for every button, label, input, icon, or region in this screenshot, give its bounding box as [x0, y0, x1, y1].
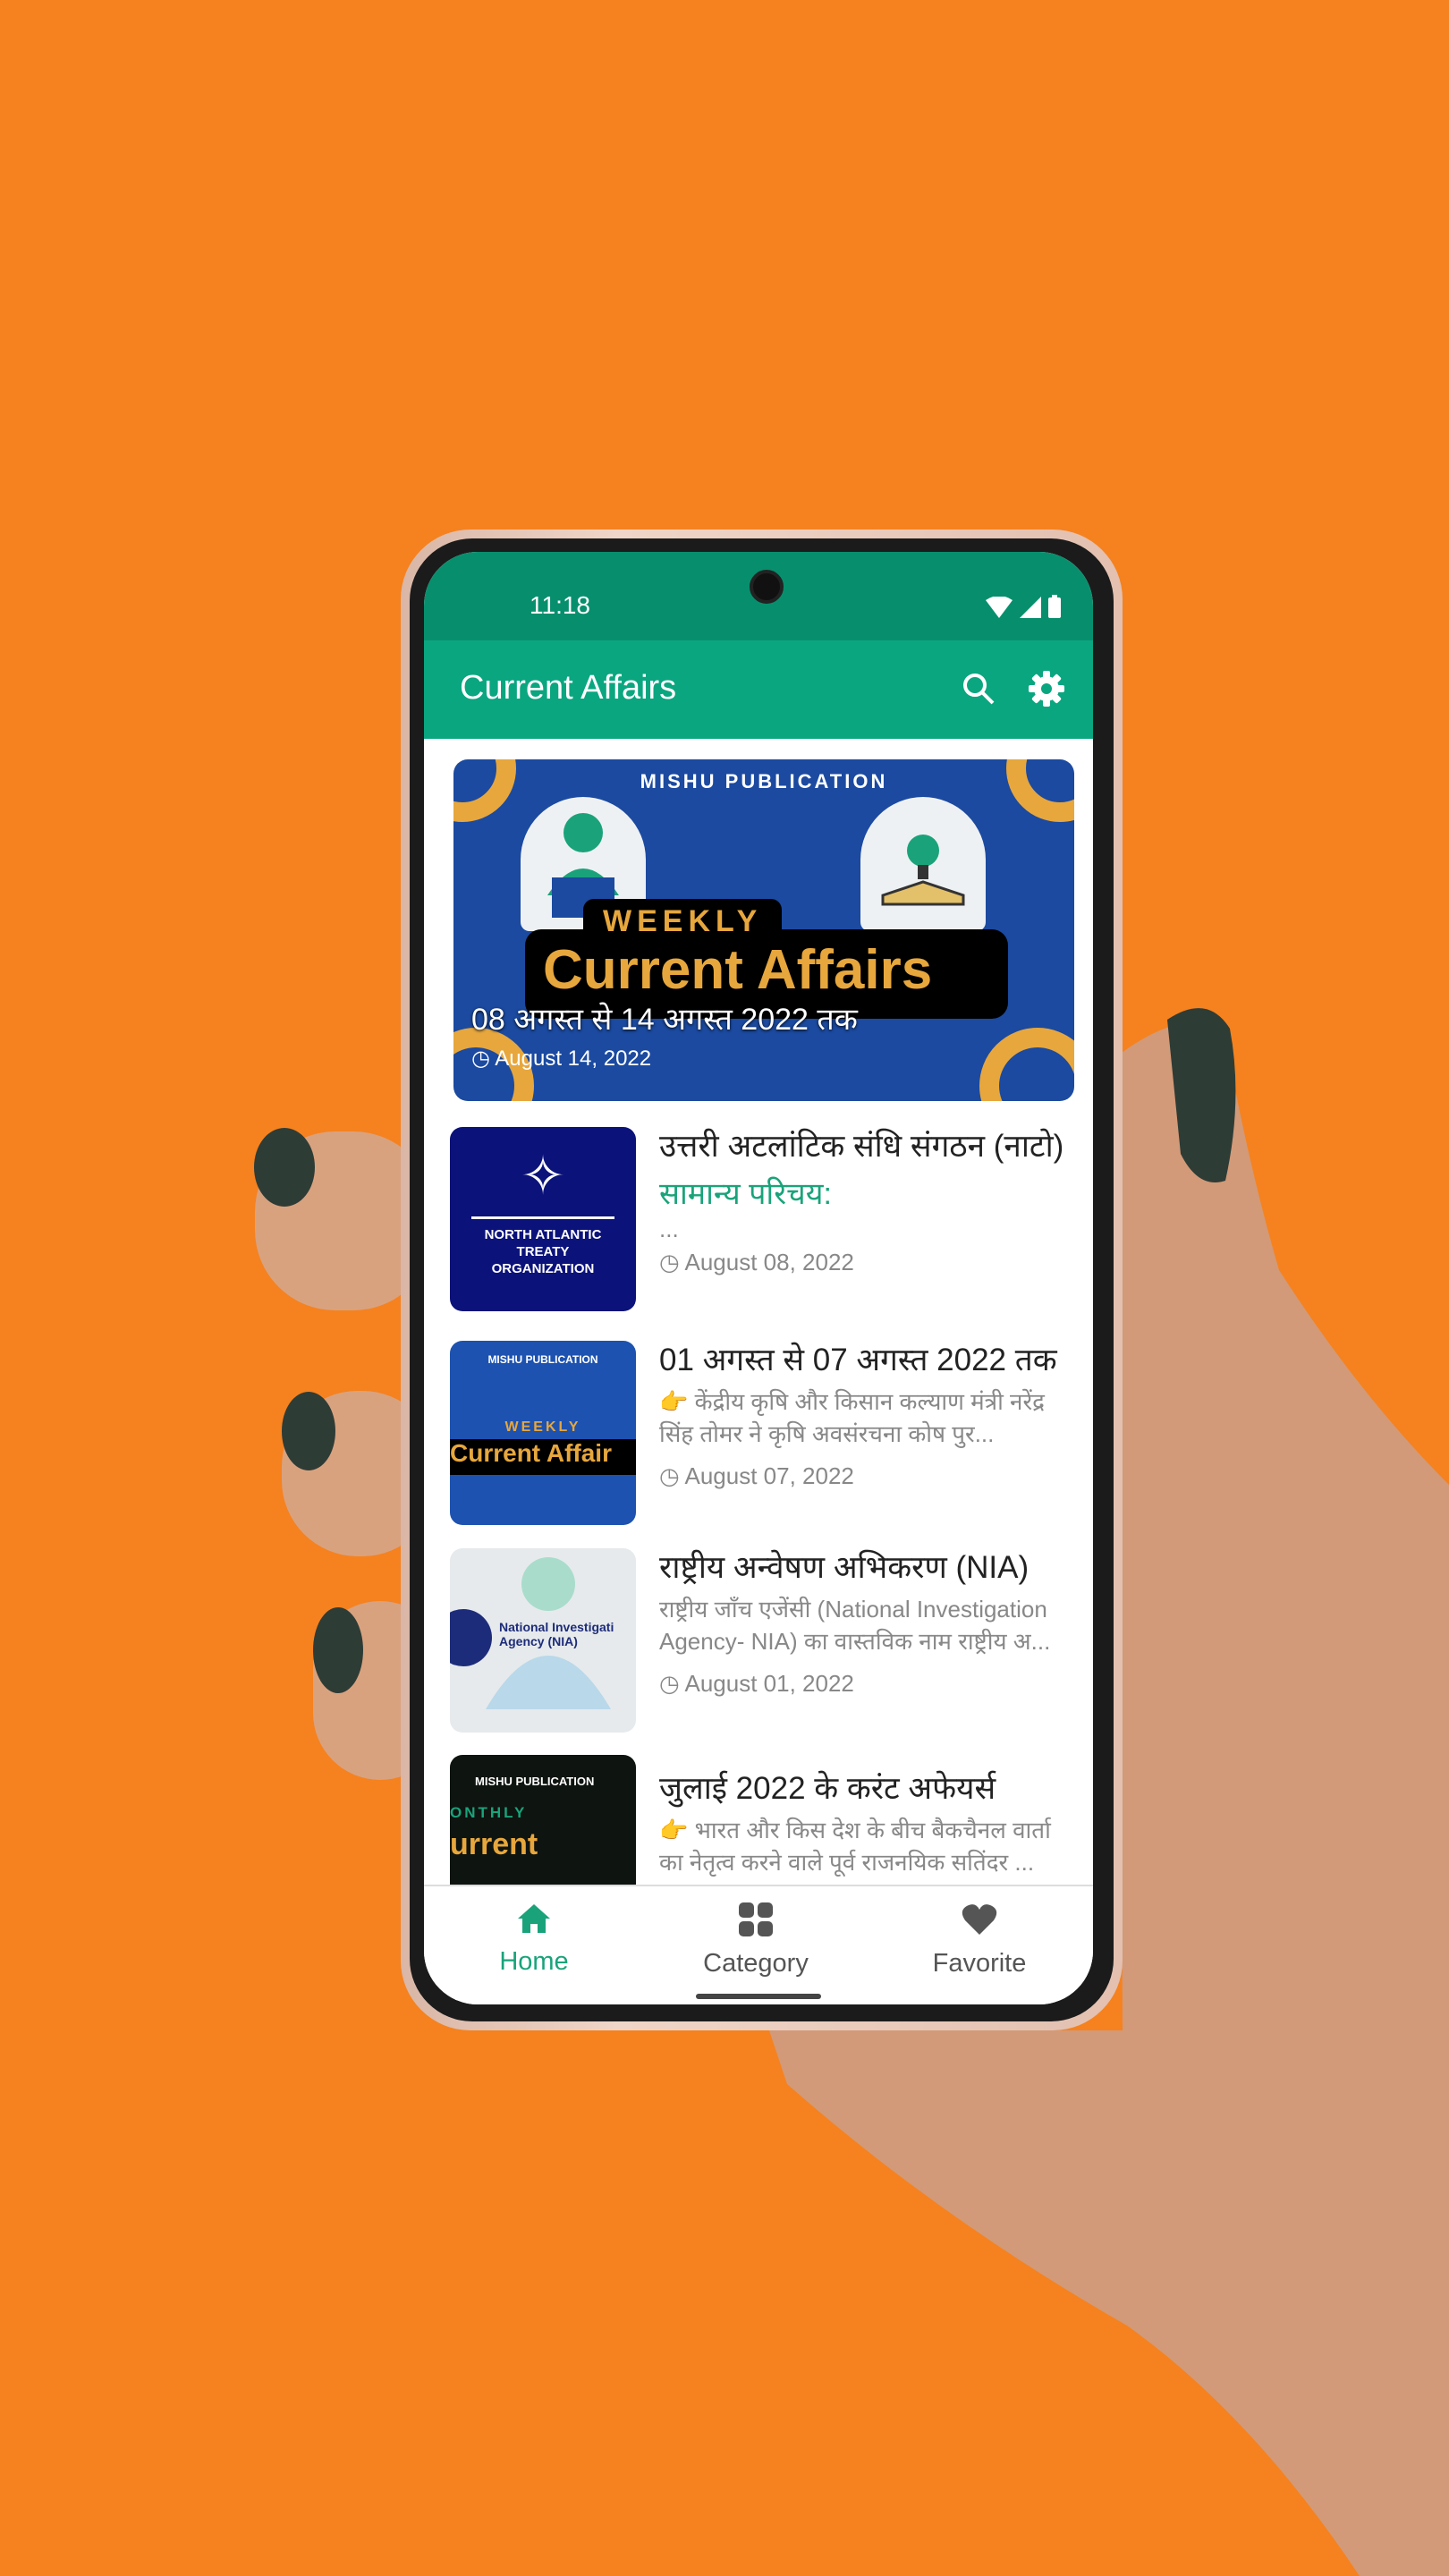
article-excerpt: 👉 भारत और किस देश के बीच बैकचैनल वार्ता … [659, 1817, 1051, 1876]
article-list-item[interactable]: National Investigati Agency (NIA) राष्ट्… [450, 1548, 1076, 1733]
featured-date: ◷ August 14, 2022 [471, 1046, 652, 1071]
nav-label: Favorite [932, 1949, 1027, 1978]
search-icon[interactable] [961, 671, 996, 707]
camera-cutout [750, 570, 784, 604]
thumbnail-weekly: WEEKLY [504, 1419, 581, 1435]
clock-icon: ◷ [471, 1046, 496, 1071]
app-title: Current Affairs [460, 669, 677, 707]
bottom-navigation: Home Category Favorite [424, 1885, 1093, 2004]
clock-icon: ◷ [659, 1670, 685, 1697]
article-list-item[interactable]: MISHU PUBLICATION WEEKLY Current Affair … [450, 1341, 1076, 1525]
home-indicator[interactable] [696, 1994, 821, 1999]
thumbnail-monthly: ONTHLY [450, 1804, 528, 1821]
article-thumbnail: ✧ NORTH ATLANTIC TREATY ORGANIZATION [450, 1127, 636, 1311]
decor-ring [979, 1028, 1074, 1101]
battery-icon [1048, 595, 1061, 618]
signal-icon [1020, 597, 1041, 618]
article-title: उत्तरी अटलांटिक संधि संगठन (नाटो) [659, 1129, 1064, 1164]
thumbnail-text: National Investigati Agency (NIA) [499, 1620, 614, 1648]
article-list-item[interactable]: ✧ NORTH ATLANTIC TREATY ORGANIZATION उत्… [450, 1127, 1076, 1311]
article-excerpt: 👉 केंद्रीय कृषि और किसान कल्याण मंत्री न… [659, 1388, 1045, 1447]
article-excerpt: ... [659, 1216, 679, 1242]
banner-heading: Current Affairs [543, 939, 933, 1001]
article-title: 01 अगस्त से 07 अगस्त 2022 तक [659, 1343, 1057, 1377]
thumbnail-text: NORTH ATLANTIC TREATY ORGANIZATION [471, 1216, 614, 1277]
nav-category[interactable]: Category [684, 1902, 827, 1979]
nav-label: Category [703, 1949, 809, 1978]
bulb-book-illustration [860, 797, 986, 931]
featured-article-card[interactable]: MISHU PUBLICATION WEEKLY Current Affairs… [453, 759, 1074, 1101]
status-bar: 11:18 [424, 552, 1093, 640]
grid-icon [739, 1902, 773, 1936]
banner-publisher: MISHU PUBLICATION [640, 770, 888, 792]
article-thumbnail: National Investigati Agency (NIA) [450, 1548, 636, 1733]
nav-favorite[interactable]: Favorite [908, 1902, 1051, 1979]
heart-icon [962, 1904, 997, 1935]
nato-star-icon: ✧ [520, 1146, 566, 1206]
article-excerpt: राष्ट्रीय जाँच एजेंसी (National Investig… [659, 1596, 1051, 1655]
wifi-icon [986, 597, 1013, 618]
article-date: ◷ August 08, 2022 [659, 1249, 854, 1275]
thumbnail-publisher: MISHU PUBLICATION [487, 1353, 598, 1366]
nav-home[interactable]: Home [462, 1902, 606, 1977]
thumbnail-heading: urrent [450, 1827, 538, 1861]
status-time: 11:18 [530, 591, 590, 619]
article-thumbnail: MISHU PUBLICATION WEEKLY Current Affair [450, 1341, 636, 1525]
article-title: जुलाई 2022 के करंट अफेयर्स [659, 1771, 996, 1806]
gear-icon[interactable] [1027, 669, 1066, 708]
article-subtitle: सामान्य परिचय: [659, 1177, 832, 1211]
home-icon [518, 1904, 550, 1933]
clock-icon: ◷ [659, 1462, 685, 1489]
system-icons [986, 595, 1061, 618]
article-date: ◷ August 01, 2022 [659, 1670, 854, 1697]
featured-title: 08 अगस्त से 14 अगस्त 2022 तक [471, 1003, 858, 1037]
clock-icon: ◷ [659, 1249, 685, 1275]
app-bar: Current Affairs [424, 640, 1093, 739]
thumbnail-publisher: MISHU PUBLICATION [475, 1775, 595, 1788]
article-date: ◷ August 07, 2022 [659, 1462, 854, 1489]
article-title: राष्ट्रीय अन्वेषण अभिकरण (NIA) [659, 1550, 1030, 1585]
thumbnail-heading: Current Affair [450, 1439, 636, 1475]
phone-screen: 11:18 Current Affairs MISHU PUBLICATION … [424, 552, 1093, 2004]
nav-label: Home [499, 1947, 569, 1976]
